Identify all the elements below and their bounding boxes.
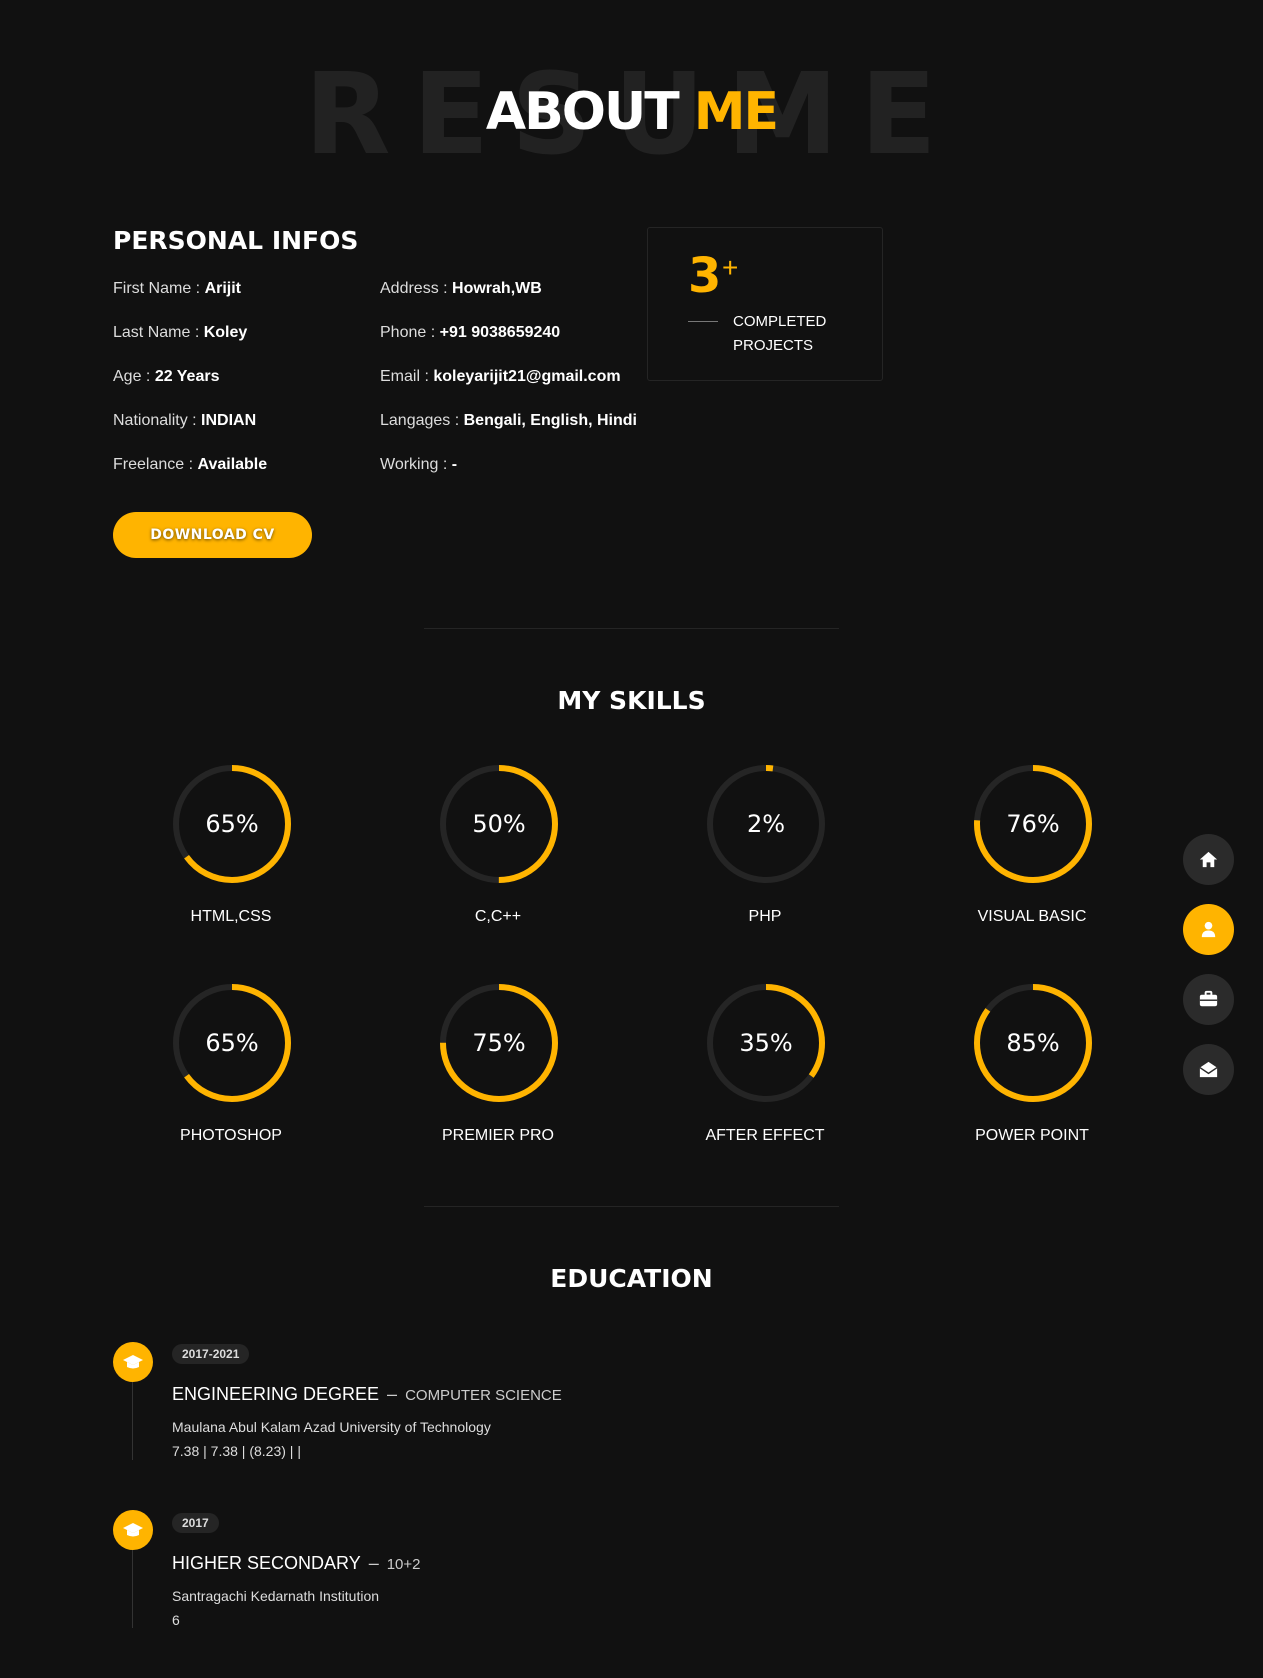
info-value: 22 Years bbox=[154, 368, 220, 385]
skill-percent: 2% bbox=[746, 810, 786, 838]
skill-name: PREMIER PRO bbox=[441, 1127, 554, 1144]
projects-divider-line bbox=[688, 321, 718, 322]
projects-label-line2: PROJECTS bbox=[733, 337, 814, 354]
title-main: ABOUT bbox=[485, 82, 680, 142]
nav-contact-button[interactable] bbox=[1183, 1044, 1234, 1095]
skill-name: HTML,CSS bbox=[190, 908, 272, 925]
title-dash: – bbox=[387, 1384, 398, 1404]
info-value: +91 9038659240 bbox=[439, 324, 561, 341]
info-label: Freelance : bbox=[113, 456, 198, 473]
skill-percent: 65% bbox=[205, 1029, 259, 1057]
info-label: Working : bbox=[380, 456, 452, 473]
info-languages: Langages : Bengali, English, Hindi bbox=[380, 412, 637, 456]
info-label: Last Name : bbox=[113, 324, 204, 341]
info-phone: Phone : +91 9038659240 bbox=[380, 324, 637, 368]
nav-home-button[interactable] bbox=[1183, 834, 1234, 885]
info-label: Nationality : bbox=[113, 412, 202, 429]
education-details: Santragachi Kedarnath Institution 6 bbox=[172, 1584, 379, 1632]
personal-info-right-column: Address : Howrah,WB Phone : +91 90386592… bbox=[380, 280, 637, 500]
projects-label-line1: COMPLETED bbox=[733, 313, 827, 330]
info-label: First Name : bbox=[113, 280, 205, 297]
page-title: RESUME ABOUT ME bbox=[0, 55, 1263, 175]
info-value: Arijit bbox=[204, 280, 242, 297]
info-value: Available bbox=[197, 456, 268, 473]
home-icon bbox=[1199, 851, 1218, 868]
graduation-cap-icon bbox=[113, 1510, 153, 1550]
projects-label: COMPLETED PROJECTS bbox=[733, 310, 853, 358]
institution-name: Maulana Abul Kalam Azad University of Te… bbox=[172, 1419, 491, 1435]
info-freelance: Freelance : Available bbox=[113, 456, 267, 500]
nav-about-button[interactable] bbox=[1183, 904, 1234, 955]
skill-percent: 50% bbox=[472, 810, 526, 838]
degree-title: HIGHER SECONDARY bbox=[172, 1553, 361, 1573]
section-divider bbox=[424, 628, 839, 629]
section-divider bbox=[424, 1206, 839, 1207]
info-age: Age : 22 Years bbox=[113, 368, 267, 412]
skill-name: AFTER EFFECT bbox=[705, 1127, 825, 1144]
projects-plus: + bbox=[722, 252, 739, 283]
info-value: INDIAN bbox=[201, 412, 257, 429]
skill-percent: 35% bbox=[739, 1029, 793, 1057]
info-nationality: Nationality : INDIAN bbox=[113, 412, 267, 456]
title-dash: – bbox=[368, 1553, 379, 1573]
skills-heading: MY SKILLS bbox=[557, 686, 706, 715]
info-value: Howrah,WB bbox=[452, 280, 542, 297]
info-label: Phone : bbox=[380, 324, 440, 341]
info-working: Working : - bbox=[380, 456, 637, 500]
skill-percent: 65% bbox=[205, 810, 259, 838]
education-heading: EDUCATION bbox=[550, 1264, 713, 1293]
education-scores: 7.38 | 7.38 | (8.23) | | bbox=[172, 1443, 301, 1459]
skill-name: VISUAL BASIC bbox=[977, 908, 1087, 925]
education-years-badge: 2017 bbox=[172, 1513, 219, 1533]
briefcase-icon bbox=[1199, 990, 1218, 1007]
info-first-name: First Name : Arijit bbox=[113, 280, 267, 324]
skill-name: PHOTOSHOP bbox=[180, 1127, 282, 1144]
info-address: Address : Howrah,WB bbox=[380, 280, 637, 324]
nav-portfolio-button[interactable] bbox=[1183, 974, 1234, 1025]
education-scores: 6 bbox=[172, 1612, 180, 1628]
completed-projects-card: 3 + COMPLETED PROJECTS bbox=[647, 227, 883, 381]
info-value: Bengali, English, Hindi bbox=[463, 412, 637, 429]
info-last-name: Last Name : Koley bbox=[113, 324, 267, 368]
skill-name: POWER POINT bbox=[975, 1127, 1089, 1144]
info-label: Langages : bbox=[380, 412, 464, 429]
skill-name: PHP bbox=[748, 908, 782, 925]
education-details: Maulana Abul Kalam Azad University of Te… bbox=[172, 1415, 491, 1463]
download-cv-button[interactable]: DOWNLOAD CV bbox=[113, 512, 312, 558]
education-years-badge: 2017-2021 bbox=[172, 1344, 250, 1364]
info-value: Koley bbox=[203, 324, 248, 341]
degree-field: COMPUTER SCIENCE bbox=[405, 1387, 562, 1404]
degree-field: 10+2 bbox=[386, 1556, 421, 1573]
personal-info-left-column: First Name : Arijit Last Name : Koley Ag… bbox=[113, 280, 267, 500]
info-label: Email : bbox=[380, 368, 434, 385]
info-email: Email : koleyarijit21@gmail.com bbox=[380, 368, 637, 412]
title-accent: ME bbox=[693, 82, 779, 142]
skill-percent: 76% bbox=[1006, 810, 1060, 838]
personal-infos-heading: PERSONAL INFOS bbox=[113, 226, 359, 255]
education-title: HIGHER SECONDARY –10+2 bbox=[172, 1553, 421, 1574]
projects-count: 3 bbox=[688, 248, 722, 304]
info-label: Address : bbox=[380, 280, 453, 297]
graduation-cap-icon bbox=[113, 1342, 153, 1382]
title-heading: ABOUT ME bbox=[0, 80, 1263, 144]
education-title: ENGINEERING DEGREE – COMPUTER SCIENCE bbox=[172, 1384, 562, 1405]
info-label: Age : bbox=[113, 368, 155, 385]
skill-percent: 85% bbox=[1006, 1029, 1060, 1057]
institution-name: Santragachi Kedarnath Institution bbox=[172, 1588, 380, 1604]
skill-percent: 75% bbox=[472, 1029, 526, 1057]
info-value: - bbox=[451, 456, 458, 473]
user-icon bbox=[1201, 921, 1216, 938]
info-value: koleyarijit21@gmail.com bbox=[433, 368, 621, 385]
envelope-open-icon bbox=[1199, 1061, 1218, 1078]
skill-name: C,C++ bbox=[474, 908, 522, 925]
degree-title: ENGINEERING DEGREE bbox=[172, 1384, 380, 1404]
